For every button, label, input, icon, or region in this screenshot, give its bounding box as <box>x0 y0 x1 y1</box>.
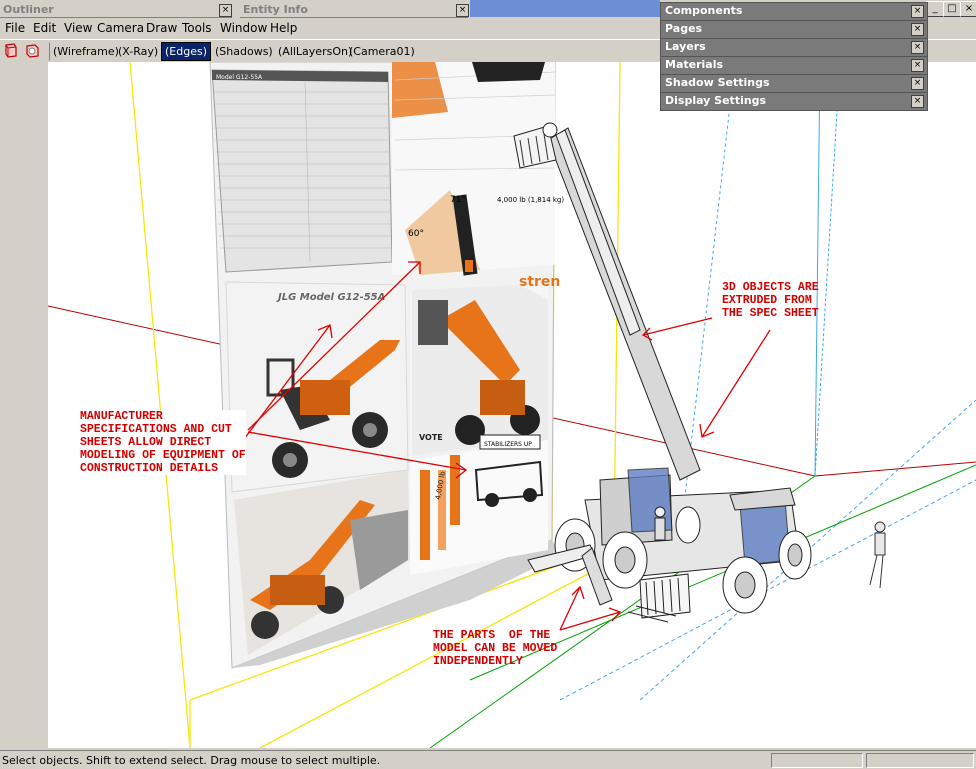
red-axis-extension <box>814 461 976 477</box>
spec-table: Model G12-55A <box>211 69 393 273</box>
outliner-title: Outliner <box>3 3 54 16</box>
left-tool-panel <box>0 62 49 748</box>
annotation-extruded: 3D OBJECTS ARE EXTRUDED FROM THE SPEC SH… <box>722 281 819 320</box>
tray-display-settings-label: Display Settings <box>665 94 767 107</box>
spec-table-header: Model G12-55A <box>216 74 263 81</box>
measurements-label-box <box>771 753 863 768</box>
stabilizer-label: STABILIZERS UP <box>484 441 532 448</box>
model-viewport[interactable]: Model G12-55A 71° 60° 4,000 lb (1,814 kg… <box>48 62 976 748</box>
entity-info-titlebar[interactable]: Entity Info × <box>240 2 469 18</box>
tray-pages-label: Pages <box>665 22 703 35</box>
component-icon[interactable] <box>3 43 19 58</box>
outliner-titlebar[interactable]: Outliner × <box>0 2 232 18</box>
tray-shadow-settings-label: Shadow Settings <box>665 76 770 89</box>
menu-view[interactable]: View <box>64 21 92 35</box>
brand-fragment: stren <box>519 274 560 290</box>
tray-layers-close-button[interactable]: × <box>911 41 924 54</box>
scene-tab-shadows[interactable]: (Shadows) <box>211 42 277 61</box>
telehandler-photo: stren <box>410 274 560 455</box>
tray-components-label: Components <box>665 4 743 17</box>
restore-button[interactable]: □ <box>943 1 961 17</box>
scene-tab-wireframe[interactable]: (Wireframe) <box>49 42 123 61</box>
tray-display-settings-close-button[interactable]: × <box>911 95 924 108</box>
menu-camera[interactable]: Camera <box>97 21 144 35</box>
menu-file[interactable]: File <box>5 21 25 35</box>
chart-angle-71: 71° <box>450 195 466 205</box>
load-chart: 71° 60° 4,000 lb (1,814 kg) <box>392 62 564 276</box>
scene-tab-xray[interactable]: (X-Ray) <box>114 42 162 61</box>
tray-pages-close-button[interactable]: × <box>911 23 924 36</box>
scene-tab-alllayerson[interactable]: (AllLayersOn) <box>274 42 356 61</box>
tray-layers[interactable]: Layers × <box>660 38 928 57</box>
jlg-model-panel: JLG Model G12-55A <box>225 281 409 493</box>
status-bar: Select objects. Shift to extend select. … <box>0 750 976 769</box>
tray-shadow-settings-close-button[interactable]: × <box>911 77 924 90</box>
tray-layers-label: Layers <box>665 40 706 53</box>
status-message: Select objects. Shift to extend select. … <box>2 754 381 767</box>
chart-angle-60: 60° <box>408 229 424 239</box>
annotation-manufacturer: MANUFACTURER SPECIFICATIONS AND CUT SHEE… <box>80 410 246 475</box>
entity-info-title: Entity Info <box>243 3 308 16</box>
menu-draw[interactable]: Draw <box>146 21 177 35</box>
vert-label: VOTE <box>419 433 443 442</box>
menu-edit[interactable]: Edit <box>33 21 56 35</box>
chart-capacity: 4,000 lb (1,814 kg) <box>497 196 564 204</box>
jlg-model-title: JLG Model G12-55A <box>276 292 385 303</box>
menu-help[interactable]: Help <box>270 21 297 35</box>
close-window-button[interactable]: × <box>960 1 976 17</box>
tray-materials-close-button[interactable]: × <box>911 59 924 72</box>
scene-tab-camera01[interactable]: (Camera01) <box>345 42 419 61</box>
tray-materials-label: Materials <box>665 58 724 71</box>
tray-shadow-settings[interactable]: Shadow Settings × <box>660 74 928 93</box>
menu-tools[interactable]: Tools <box>182 21 212 35</box>
menu-bar: File Edit View Camera Draw Tools Window … <box>0 19 660 38</box>
main-window-titlebar <box>470 0 660 17</box>
tray-pages[interactable]: Pages × <box>660 20 928 39</box>
make-component-icon[interactable] <box>24 43 42 58</box>
outliner-close-button[interactable]: × <box>219 4 232 17</box>
tray-materials[interactable]: Materials × <box>660 56 928 75</box>
menu-window[interactable]: Window <box>220 21 267 35</box>
tray-components-close-button[interactable]: × <box>911 5 924 18</box>
entity-info-close-button[interactable]: × <box>456 4 469 17</box>
minimize-button[interactable]: _ <box>926 1 944 17</box>
scene-tab-edges[interactable]: (Edges) <box>161 42 211 61</box>
tray-display-settings[interactable]: Display Settings × <box>660 92 928 111</box>
tray-components[interactable]: Components × <box>660 2 928 21</box>
measurements-input[interactable] <box>866 753 974 768</box>
annotation-parts: THE PARTS OF THE MODEL CAN BE MOVED INDE… <box>433 629 558 668</box>
